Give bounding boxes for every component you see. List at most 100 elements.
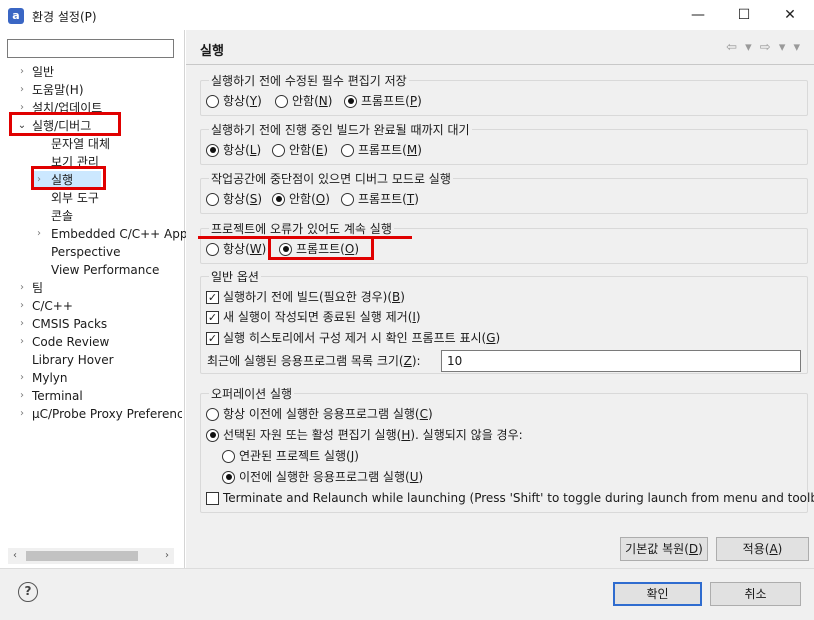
group-general-options: 일반 옵션 ✓ 실행하기 전에 빌드(필요한 경우)(B) ✓ 새 실행이 작성되면… [200, 269, 808, 374]
window-title: 환경 설정(P) [32, 10, 97, 24]
radio-errors-prompt[interactable]: 프롬프트(O) [279, 240, 359, 258]
tree-item-string-substitution[interactable]: 문자열 대체 [51, 135, 110, 153]
checkbox-confirm-history-removal[interactable]: ✓ 실행 히스토리에서 구성 제거 시 확인 프롬프트 표시(G) [206, 329, 500, 347]
history-size-label: 최근에 실행된 응용프로그램 목록 크기(Z): [207, 354, 421, 368]
radio-save-always[interactable]: 항상(Y) [206, 92, 262, 110]
tree-item-view-management[interactable]: 보기 관리 [51, 153, 99, 171]
maximize-button[interactable]: ☐ [721, 0, 767, 30]
radio-debug-always[interactable]: 항상(S) [206, 190, 262, 208]
tree-item-team[interactable]: › 팀 [16, 279, 43, 297]
group-launch-operation: 오퍼레이션 실행 항상 이전에 실행한 응용프로그램 실행(C) 선택된 자원 … [200, 386, 814, 513]
group-legend: 작업공간에 중단점이 있으면 디버그 모드로 실행 [209, 171, 453, 187]
group-save-editors: 실행하기 전에 수정된 필수 편집기 저장 항상(Y) 안함(N) 프롬프트(P… [200, 73, 808, 116]
checkbox-remove-terminated[interactable]: ✓ 새 실행이 작성되면 종료된 실행 제거(I) [206, 308, 421, 326]
radio-wait-never[interactable]: 안함(E) [272, 141, 328, 159]
navigation-arrows-icon[interactable]: ⇦ ▾ ⇨ ▾ ▾ [726, 40, 802, 55]
expand-icon[interactable]: › [16, 81, 28, 99]
tree-item-cpp[interactable]: › C/C++ [16, 297, 73, 315]
tree-item-embedded-cpp-app[interactable]: › Embedded C/C++ App [33, 225, 188, 243]
expand-icon[interactable]: › [16, 63, 28, 81]
scrollbar-thumb[interactable] [26, 551, 138, 561]
group-legend: 실행하기 전에 수정된 필수 편집기 저장 [209, 73, 409, 89]
radio-icon[interactable] [206, 242, 219, 256]
divider [186, 64, 814, 65]
tree-item-library-hover[interactable]: Library Hover [32, 351, 114, 369]
radio-icon[interactable] [341, 143, 354, 157]
tree-item-install-update[interactable]: › 설치/업데이트 [16, 99, 102, 117]
preference-tree-pane: › 일반 › 도움말(H) › 설치/업데이트 ⌄ 실행/디버그 문자열 대체 보기 관… [0, 30, 188, 568]
checkbox-icon[interactable]: ✓ [206, 331, 219, 345]
expand-icon[interactable]: › [16, 297, 28, 315]
radio-icon[interactable] [275, 94, 288, 108]
tree-item-perspective[interactable]: Perspective [51, 243, 121, 261]
radio-icon[interactable] [206, 428, 219, 442]
radio-icon[interactable] [222, 470, 235, 484]
help-icon[interactable]: ? [18, 582, 38, 602]
page-title: 실행 [200, 44, 224, 59]
group-legend: 오퍼레이션 실행 [209, 386, 295, 402]
tree-item-console[interactable]: 콘솔 [51, 207, 73, 225]
scroll-left-icon[interactable]: ‹ [8, 548, 22, 564]
tree-item-view-performance[interactable]: View Performance [51, 261, 159, 279]
tree-item-help[interactable]: › 도움말(H) [16, 81, 84, 99]
tree-item-external-tools[interactable]: 외부 도구 [51, 189, 99, 207]
checkbox-build-before-launch[interactable]: ✓ 실행하기 전에 빌드(필요한 경우)(B) [206, 288, 405, 306]
expand-icon[interactable]: › [16, 315, 28, 333]
expand-icon[interactable]: › [16, 333, 28, 351]
radio-icon[interactable] [272, 192, 285, 206]
tree-item-run-debug[interactable]: ⌄ 실행/디버그 [16, 117, 91, 135]
radio-icon[interactable] [344, 94, 357, 108]
expand-icon[interactable]: › [16, 405, 28, 423]
restore-defaults-button[interactable]: 기본값 복원(D) [620, 537, 708, 561]
tree-item-general[interactable]: › 일반 [16, 63, 54, 81]
tree-item-launching[interactable]: › 실행 [33, 171, 101, 189]
apply-button[interactable]: 적용(A) [716, 537, 809, 561]
radio-icon[interactable] [206, 407, 219, 421]
collapse-icon[interactable]: ⌄ [16, 117, 28, 135]
tree-item-code-review[interactable]: › Code Review [16, 333, 109, 351]
expand-icon[interactable]: › [16, 369, 28, 387]
radio-icon[interactable] [279, 242, 292, 256]
minimize-button[interactable]: — [675, 0, 721, 30]
tree-item-terminal[interactable]: › Terminal [16, 387, 83, 405]
cancel-button[interactable]: 취소 [710, 582, 801, 606]
expand-icon[interactable]: › [33, 225, 45, 243]
radio-debug-never[interactable]: 안함(O) [272, 190, 330, 208]
scroll-right-icon[interactable]: › [160, 548, 174, 564]
radio-icon[interactable] [341, 192, 354, 206]
group-legend: 프로젝트에 오류가 있어도 계속 실행 [209, 221, 394, 237]
group-legend: 실행하기 전에 진행 중인 빌드가 완료될 때까지 대기 [209, 122, 472, 138]
history-size-input[interactable]: 10 [441, 350, 801, 372]
filter-input[interactable] [7, 39, 174, 58]
expand-icon[interactable]: › [16, 99, 28, 117]
checkbox-icon[interactable]: ✓ [206, 290, 219, 304]
ok-button[interactable]: 확인 [613, 582, 702, 606]
radio-icon[interactable] [206, 94, 219, 108]
radio-wait-always[interactable]: 항상(L) [206, 141, 261, 159]
radio-icon[interactable] [206, 192, 219, 206]
radio-icon[interactable] [272, 143, 285, 157]
radio-launch-associated-project[interactable]: 연관된 프로젝트 실행(J) [222, 447, 359, 465]
radio-always-previous[interactable]: 항상 이전에 실행한 응용프로그램 실행(C) [206, 405, 433, 423]
dialog-button-bar: ? 확인 취소 [0, 568, 814, 620]
tree-horizontal-scrollbar[interactable]: ‹ › [8, 548, 174, 564]
radio-save-prompt[interactable]: 프롬프트(P) [344, 92, 422, 110]
expand-icon[interactable]: › [16, 279, 28, 297]
radio-wait-prompt[interactable]: 프롬프트(M) [341, 141, 422, 159]
radio-icon[interactable] [206, 143, 219, 157]
expand-icon[interactable]: › [16, 387, 28, 405]
tree-item-mylyn[interactable]: › Mylyn [16, 369, 68, 387]
radio-launch-selected[interactable]: 선택된 자원 또는 활성 편집기 실행(H). 실행되지 않을 경우: [206, 426, 523, 444]
checkbox-terminate-relaunch[interactable]: Terminate and Relaunch while launching (… [206, 489, 814, 507]
tree-item-uc-probe-proxy[interactable]: › µC/Probe Proxy Preference [16, 405, 182, 423]
radio-errors-always[interactable]: 항상(W) [206, 240, 266, 258]
checkbox-icon[interactable]: ✓ [206, 310, 219, 324]
tree-item-cmsis-packs[interactable]: › CMSIS Packs [16, 315, 107, 333]
radio-debug-prompt[interactable]: 프롬프트(T) [341, 190, 419, 208]
radio-launch-previous[interactable]: 이전에 실행한 응용프로그램 실행(U) [222, 468, 423, 486]
radio-icon[interactable] [222, 449, 235, 463]
radio-save-never[interactable]: 안함(N) [275, 92, 332, 110]
checkbox-icon[interactable] [206, 491, 219, 505]
expand-icon[interactable]: › [33, 171, 45, 189]
close-button[interactable]: ✕ [767, 0, 813, 30]
